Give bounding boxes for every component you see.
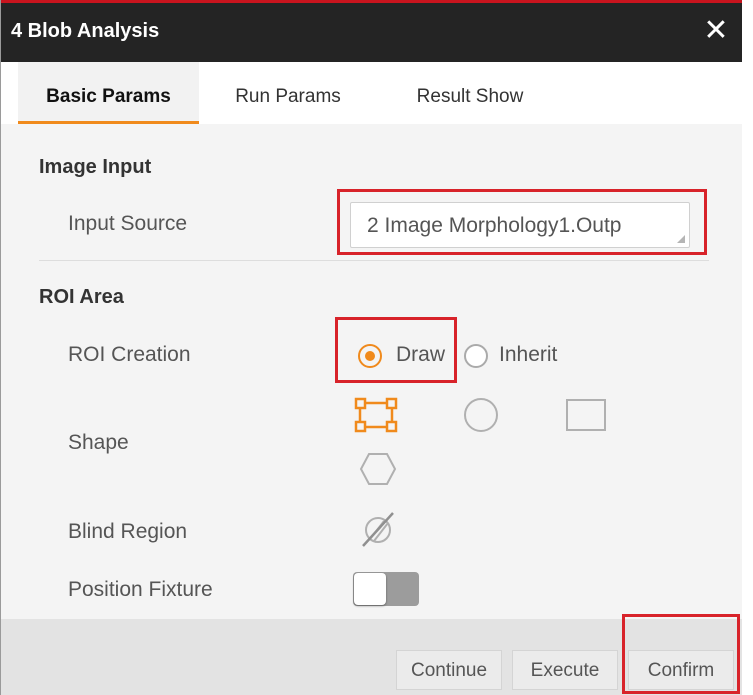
close-icon[interactable]: ✕ bbox=[696, 9, 736, 53]
tab-run-params[interactable]: Run Params bbox=[213, 62, 363, 124]
inherit-radio-label[interactable]: Inherit bbox=[499, 343, 557, 367]
circle-icon[interactable] bbox=[461, 395, 501, 435]
position-fixture-toggle[interactable] bbox=[353, 572, 419, 606]
roi-creation-label: ROI Creation bbox=[68, 343, 191, 366]
input-source-value: 2 Image Morphology1.Outp bbox=[367, 214, 622, 237]
position-fixture-label: Position Fixture bbox=[68, 578, 213, 601]
input-source-field[interactable]: 2 Image Morphology1.Outp bbox=[350, 202, 690, 248]
execute-button[interactable]: Execute bbox=[512, 650, 618, 690]
basic-params-panel: Image Input Input Source 2 Image Morphol… bbox=[1, 124, 742, 619]
rectangle-icon[interactable] bbox=[565, 398, 607, 432]
confirm-button[interactable]: Confirm bbox=[628, 650, 734, 690]
dropdown-grip-icon bbox=[677, 235, 685, 243]
image-input-section-title: Image Input bbox=[39, 156, 152, 178]
rectangle-roi-icon[interactable] bbox=[353, 396, 399, 434]
blob-analysis-dialog: 4 Blob Analysis ✕ Basic Params Run Param… bbox=[0, 0, 742, 695]
blind-region-label: Blind Region bbox=[68, 520, 188, 543]
continue-button[interactable]: Continue bbox=[396, 650, 502, 690]
roi-area-section-title: ROI Area bbox=[39, 286, 124, 308]
draw-radio-label[interactable]: Draw bbox=[396, 343, 445, 367]
shape-label: Shape bbox=[68, 431, 129, 454]
tab-bar: Basic Params Run Params Result Show bbox=[1, 62, 742, 124]
toggle-knob bbox=[354, 573, 386, 605]
input-source-label: Input Source bbox=[68, 212, 188, 235]
blind-region-icon[interactable] bbox=[357, 509, 399, 551]
tab-basic-params[interactable]: Basic Params bbox=[18, 62, 199, 124]
section-divider bbox=[39, 260, 709, 261]
dialog-footer: Continue Execute Confirm bbox=[1, 614, 742, 695]
inherit-radio[interactable] bbox=[464, 344, 488, 368]
dialog-title: 4 Blob Analysis bbox=[11, 20, 160, 42]
title-bar: 4 Blob Analysis ✕ bbox=[1, 0, 742, 62]
tab-result-show[interactable]: Result Show bbox=[389, 62, 551, 124]
polygon-icon[interactable] bbox=[359, 451, 397, 487]
draw-radio[interactable] bbox=[358, 344, 382, 368]
